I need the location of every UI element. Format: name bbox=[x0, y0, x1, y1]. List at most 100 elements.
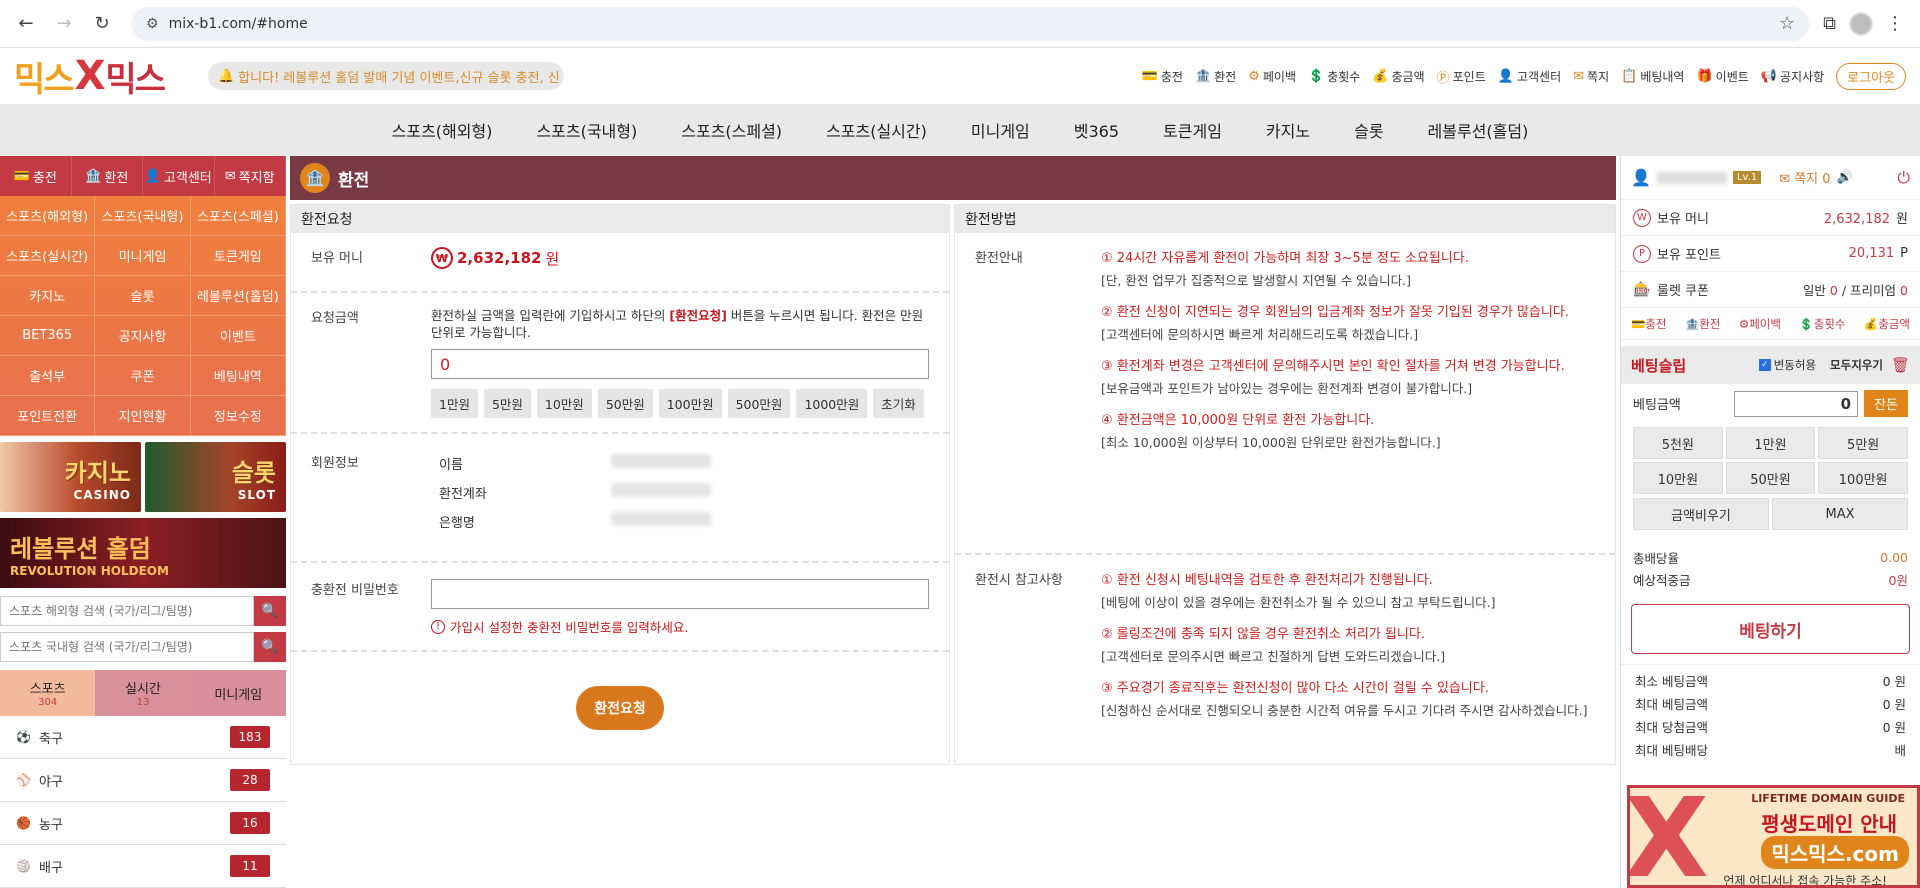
amount-chip[interactable]: 1000만원 bbox=[796, 389, 868, 418]
top-link-7[interactable]: ✉ 쪽지 bbox=[1573, 68, 1609, 85]
amount-chip[interactable]: 100만원 bbox=[658, 389, 722, 418]
request-amount-input[interactable] bbox=[431, 349, 929, 379]
main-nav-item[interactable]: 토큰게임 bbox=[1141, 118, 1244, 142]
main-nav-item[interactable]: 스포츠(실시간) bbox=[804, 118, 949, 142]
amount-chip[interactable]: 초기화 bbox=[873, 389, 924, 418]
sidebar-menu-item[interactable]: 정보수정 bbox=[190, 396, 286, 436]
notice-ticker[interactable]: 🔔 합니다! 레볼루션 홀덤 발매 기념 이벤트,신규 슬롯 충전, 신 bbox=[207, 62, 564, 90]
tab-live[interactable]: 실시간 13 bbox=[95, 670, 191, 716]
sidebar-menu-item[interactable]: 카지노 bbox=[0, 276, 96, 316]
search-overseas-input[interactable] bbox=[0, 596, 254, 626]
sidebar-menu-item[interactable]: 베팅내역 bbox=[190, 356, 286, 396]
quick-tab-exchange[interactable]: 🏦 환전 bbox=[72, 156, 143, 196]
mini-link[interactable]: ⚙페이백 bbox=[1739, 316, 1781, 332]
bet-amount-button[interactable]: 1만원 bbox=[1725, 427, 1816, 459]
main-nav-item[interactable]: 벳365 bbox=[1052, 118, 1141, 142]
place-bet-button[interactable]: 베팅하기 bbox=[1631, 604, 1910, 654]
top-link-0[interactable]: 💳 충전 bbox=[1142, 68, 1183, 85]
amount-chip[interactable]: 10만원 bbox=[536, 389, 592, 418]
main-nav-item[interactable]: 미니게임 bbox=[949, 118, 1052, 142]
top-link-6[interactable]: 👤 고객센터 bbox=[1498, 68, 1561, 85]
bet-amount-input[interactable]: 0 bbox=[1734, 390, 1859, 417]
main-nav-item[interactable]: 스포츠(국내형) bbox=[514, 118, 659, 142]
sidebar-menu-item[interactable]: 슬롯 bbox=[95, 276, 191, 316]
mini-link[interactable]: 💲충횟수 bbox=[1799, 316, 1845, 332]
main-nav-item[interactable]: 스포츠(해외형) bbox=[370, 118, 515, 142]
site-logo[interactable]: 믹스 X 믹스 bbox=[14, 53, 166, 100]
sport-row[interactable]: 🏐 배구 11 bbox=[0, 845, 286, 888]
sidebar-menu-item[interactable]: BET365 bbox=[0, 316, 96, 356]
mini-link[interactable]: 💳충전 bbox=[1631, 316, 1667, 332]
sidebar-menu-item[interactable]: 공지사항 bbox=[95, 316, 191, 356]
mini-link[interactable]: 💰충금액 bbox=[1864, 316, 1910, 332]
top-link-2[interactable]: ⚙ 페이백 bbox=[1248, 68, 1296, 85]
balance-button[interactable]: 잔돈 bbox=[1864, 390, 1908, 417]
reload-icon[interactable]: ↻ bbox=[86, 8, 118, 40]
main-nav-item[interactable]: 레볼루션(홀덤) bbox=[1406, 118, 1551, 142]
sidebar-menu-item[interactable]: 스포츠(국내형) bbox=[95, 196, 191, 236]
bet-amount-button[interactable]: 10만원 bbox=[1633, 462, 1723, 494]
speaker-icon[interactable]: 🔊 bbox=[1837, 170, 1853, 185]
amount-chip[interactable]: 1만원 bbox=[431, 389, 478, 418]
quick-tab-charge[interactable]: 💳 충전 bbox=[0, 156, 72, 196]
profile-avatar[interactable] bbox=[1850, 12, 1872, 35]
sidebar-menu-item[interactable]: 스포츠(실시간) bbox=[0, 236, 96, 276]
casino-banner[interactable]: 카지노 CASINO bbox=[0, 442, 141, 512]
bookmark-star-icon[interactable]: ☆ bbox=[1779, 13, 1795, 34]
domain-guide-banner[interactable]: X LIFETIME DOMAIN GUIDE 평생도메인 안내 믹스믹스.co… bbox=[1627, 785, 1920, 888]
amount-chip[interactable]: 50만원 bbox=[597, 389, 653, 418]
slot-banner[interactable]: 슬롯 SLOT bbox=[145, 442, 286, 512]
sidebar-menu-item[interactable]: 레볼루션(홀덤) bbox=[190, 276, 286, 316]
logout-button[interactable]: 로그아웃 bbox=[1836, 62, 1906, 90]
top-link-5[interactable]: Ⓟ 포인트 bbox=[1437, 67, 1486, 86]
sidebar-menu-item[interactable]: 토큰게임 bbox=[190, 236, 286, 276]
sidebar-menu-item[interactable]: 미니게임 bbox=[95, 236, 191, 276]
clear-all-button[interactable]: 모두지우기 bbox=[1830, 357, 1883, 373]
forward-icon[interactable]: → bbox=[48, 8, 80, 40]
main-nav-item[interactable]: 스포츠(스페셜) bbox=[659, 118, 804, 142]
main-nav-item[interactable]: 슬롯 bbox=[1332, 118, 1405, 142]
odds-change-toggle[interactable]: ✓ 변동허용 bbox=[1758, 357, 1816, 373]
top-link-3[interactable]: 💲 충횟수 bbox=[1308, 68, 1360, 85]
sidebar-menu-item[interactable]: 스포츠(스페셜) bbox=[190, 196, 286, 236]
sidebar-menu-item[interactable]: 이벤트 bbox=[190, 316, 286, 356]
sport-row[interactable]: ⚾ 야구 28 bbox=[0, 759, 286, 802]
bet-amount-button[interactable]: 5천원 bbox=[1633, 427, 1723, 459]
search-icon[interactable]: 🔍 bbox=[254, 632, 286, 662]
top-link-9[interactable]: 🎁 이벤트 bbox=[1696, 68, 1748, 85]
top-link-10[interactable]: 📢 공지사항 bbox=[1761, 68, 1824, 85]
back-icon[interactable]: ← bbox=[10, 8, 42, 40]
top-link-8[interactable]: 📋 베팅내역 bbox=[1621, 68, 1684, 85]
quick-tab-message[interactable]: ✉ 쪽지함 bbox=[215, 156, 286, 196]
holdem-banner[interactable]: 레볼루션 홀덤 REVOLUTION HOLDEOM bbox=[0, 518, 286, 588]
tab-minigame[interactable]: 미니게임 bbox=[190, 670, 286, 716]
bet-amount-button[interactable]: 100만원 bbox=[1818, 462, 1908, 494]
mini-link[interactable]: 🏦환전 bbox=[1685, 316, 1721, 332]
search-domestic-input[interactable] bbox=[0, 632, 254, 662]
trash-icon[interactable]: 🗑 bbox=[1891, 356, 1910, 374]
clear-amount-button[interactable]: 금액비우기 bbox=[1633, 498, 1769, 530]
max-button[interactable]: MAX bbox=[1772, 498, 1908, 530]
site-info-icon[interactable]: ⚙ bbox=[146, 16, 159, 32]
bet-amount-button[interactable]: 5만원 bbox=[1818, 427, 1908, 459]
main-nav-item[interactable]: 카지노 bbox=[1244, 118, 1332, 142]
quick-tab-support[interactable]: 👤 고객센터 bbox=[143, 156, 215, 196]
power-icon[interactable]: ⏻ bbox=[1897, 168, 1910, 188]
amount-chip[interactable]: 5만원 bbox=[483, 389, 531, 418]
sidebar-menu-item[interactable]: 지인현황 bbox=[95, 396, 191, 436]
extensions-icon[interactable]: ⧉ bbox=[1823, 13, 1836, 34]
address-bar[interactable]: ⚙ mix-b1.com/#home ☆ bbox=[132, 6, 1810, 41]
top-link-4[interactable]: 💰 충금액 bbox=[1372, 68, 1424, 85]
menu-kebab-icon[interactable]: ⋮ bbox=[1886, 13, 1904, 34]
sport-row[interactable]: 🏀 농구 16 bbox=[0, 802, 286, 845]
sidebar-menu-item[interactable]: 출석부 bbox=[0, 356, 96, 396]
sport-row[interactable]: ⚽ 축구 183 bbox=[0, 716, 286, 759]
amount-chip[interactable]: 500만원 bbox=[727, 389, 791, 418]
message-count[interactable]: ✉ 쪽지 0 bbox=[1779, 168, 1830, 187]
sidebar-menu-item[interactable]: 스포츠(해외형) bbox=[0, 196, 96, 236]
exchange-submit-button[interactable]: 환전요청 bbox=[576, 686, 664, 730]
search-icon[interactable]: 🔍 bbox=[254, 596, 286, 626]
sidebar-menu-item[interactable]: 쿠폰 bbox=[95, 356, 191, 396]
top-link-1[interactable]: 🏦 환전 bbox=[1195, 68, 1236, 85]
password-input[interactable] bbox=[431, 579, 929, 609]
